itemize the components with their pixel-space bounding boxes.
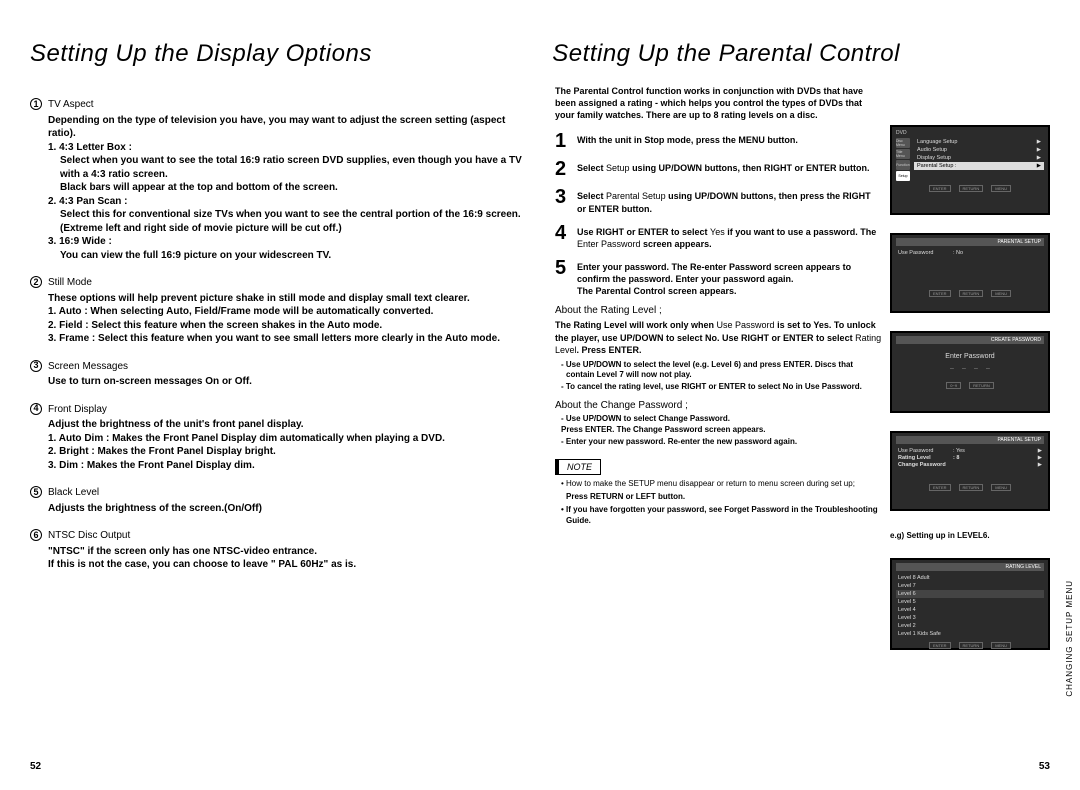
osd-setup-icon: Setup [896,171,910,181]
section-head: TV Aspect [48,98,94,112]
section-still-mode: 2Still Mode These options will help prev… [30,276,525,346]
about-rating-head: About the Rating Level ; [555,305,882,316]
bullet-4: 4 [30,403,42,415]
osd-title-menu-icon: Title Menu [896,149,910,159]
about-change-head: About the Change Password ; [555,400,882,411]
osd-create-password: CREATE PASSWORD Enter Password – – – – 0… [890,331,1050,413]
section-tv-aspect: 1 TV Aspect Depending on the type of tele… [30,98,525,262]
bullet-5: 5 [30,486,42,498]
osd-parental-no: PARENTAL SETUP Use Password: No ENTER RE… [890,233,1050,313]
section-ntsc: 6NTSC Disc Output "NTSC" if the screen o… [30,529,525,572]
step-4: 4 Use RIGHT or ENTER to select Yes if yo… [555,223,882,250]
osd-column: DVD Disc Menu Title Menu Function Setup … [890,40,1050,650]
section-screen-messages: 3Screen Messages Use to turn on-screen m… [30,360,525,389]
step-5: 5 Enter your password. The Re-enter Pass… [555,258,882,297]
osd-rating-level: RATING LEVEL Level 8 Adult Level 7 Level… [890,558,1050,650]
osd-parental-yes: PARENTAL SETUP Use Password: Yes▶ Rating… [890,431,1050,511]
right-content: The Parental Control function works in c… [555,40,882,650]
step-1: 1 With the unit in Stop mode, press the … [555,131,882,151]
left-title: Setting Up the Display Options [30,40,525,68]
note-list: • How to make the SETUP menu disappear o… [555,479,882,526]
right-page: Setting Up the Parental Control The Pare… [550,40,1050,650]
rating-notes: - Use UP/DOWN to select the level (e.g. … [555,360,882,392]
section-front-display: 4Front Display Adjust the brightness of … [30,403,525,473]
section-black-level: 5Black Level Adjusts the brightness of t… [30,486,525,515]
step-3: 3 Select Parental Setup using UP/DOWN bu… [555,187,882,214]
bullet-6: 6 [30,529,42,541]
step-2: 2 Select Setup using UP/DOWN buttons, th… [555,159,882,179]
page-number-right: 53 [1039,761,1050,772]
section-body: Depending on the type of television you … [48,114,525,141]
bullet-2: 2 [30,276,42,288]
osd-setup-menu: DVD Disc Menu Title Menu Function Setup … [890,125,1050,215]
example-caption: e.g) Setting up in LEVEL6. [890,531,1050,540]
osd-disc-menu-icon: Disc Menu [896,138,910,148]
right-title: Setting Up the Parental Control [552,40,900,68]
page-spread: Setting Up the Display Options 1 TV Aspec… [0,0,1080,670]
bullet-3: 3 [30,360,42,372]
side-tab-label: CHANGING SETUP MENU [1065,580,1074,697]
intro-text: The Parental Control function works in c… [555,85,882,121]
page-number-left: 52 [30,761,41,772]
change-notes: - Use UP/DOWN to select Change Password.… [555,414,882,447]
osd-function-icon: Function [896,160,910,170]
left-page: Setting Up the Display Options 1 TV Aspec… [30,40,540,650]
note-box: NOTE [555,459,601,475]
bullet-1: 1 [30,98,42,110]
